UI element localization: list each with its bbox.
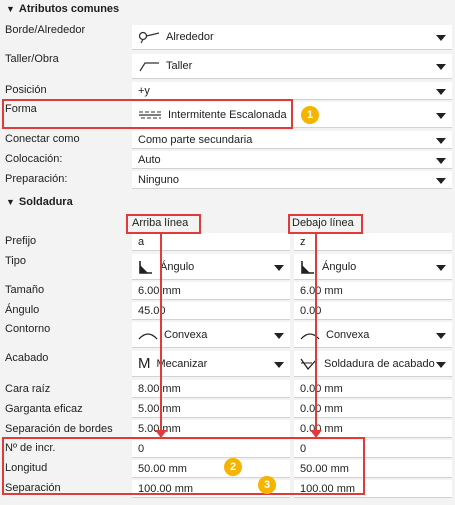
chevron-down-icon — [436, 332, 446, 339]
preparacion-dropdown[interactable]: Ninguno — [132, 171, 452, 189]
chevron-down-icon — [436, 88, 446, 95]
chevron-down-icon — [436, 157, 446, 164]
chevron-down-icon — [436, 264, 446, 271]
chevron-down-icon — [436, 35, 446, 41]
forma-highlight-box — [2, 99, 293, 129]
acabado-above-dropdown[interactable]: M Mecanizar — [132, 351, 290, 377]
tipo-above-dropdown[interactable]: Ángulo — [132, 254, 290, 280]
chevron-down-icon — [274, 264, 284, 271]
below-connector-line — [315, 234, 317, 431]
weld-all-around-icon — [138, 30, 160, 44]
tipo-label: Tipo — [5, 255, 26, 267]
contorno-label: Contorno — [5, 323, 51, 335]
angulo-above-input[interactable]: 45.00 — [132, 302, 290, 320]
annotation-badge-2: 2 — [224, 458, 242, 476]
cara-raiz-above-input[interactable]: 8.00 mm — [132, 380, 290, 398]
contorno-below-dropdown[interactable]: Convexa — [294, 322, 452, 348]
colocacion-label: Colocación: — [5, 153, 63, 165]
colocacion-dropdown[interactable]: Auto — [132, 151, 452, 169]
above-header-highlight-box — [126, 214, 201, 234]
preparacion-label: Preparación: — [5, 173, 68, 185]
increment-highlight-box — [2, 437, 365, 495]
tamano-label: Tamaño — [5, 284, 45, 296]
chevron-down-icon — [436, 361, 446, 368]
taller-label: Taller/Obra — [5, 53, 59, 65]
separacion-bordes-label: Separación de bordes — [5, 423, 113, 435]
chevron-down-icon — [436, 64, 446, 70]
angulo-label: Ángulo — [5, 304, 40, 316]
borde-label: Borde/Alrededor — [5, 24, 86, 36]
annotation-badge-1: 1 — [301, 106, 319, 124]
machine-finish-icon: M — [138, 355, 151, 372]
below-header-highlight-box — [288, 214, 363, 234]
convex-contour-icon — [300, 329, 320, 341]
acabado-label: Acabado — [5, 352, 49, 364]
cara-raiz-label: Cara raíz — [5, 383, 51, 395]
garganta-label: Garganta eficaz — [5, 403, 83, 415]
prefijo-above-input[interactable]: a — [132, 233, 290, 251]
borde-dropdown[interactable]: Alrededor — [132, 25, 452, 50]
common-section-header[interactable]: ▼ Atributos comunes — [6, 3, 119, 15]
chevron-down-icon — [274, 332, 284, 339]
chevron-down-icon — [436, 112, 446, 119]
annotation-badge-3: 3 — [258, 476, 276, 494]
contorno-above-dropdown[interactable]: Convexa — [132, 322, 290, 348]
fillet-weld-icon — [138, 259, 154, 275]
garganta-above-input[interactable]: 5.00 mm — [132, 400, 290, 418]
angulo-below-input[interactable]: 0.00 — [294, 302, 452, 320]
collapse-arrow-icon[interactable]: ▼ — [6, 4, 15, 14]
fillet-weld-icon — [300, 259, 316, 275]
chevron-down-icon — [436, 137, 446, 144]
posicion-label: Posición — [5, 84, 47, 96]
convex-contour-icon — [138, 329, 158, 341]
collapse-arrow-icon[interactable]: ▼ — [6, 197, 15, 207]
cara-raiz-below-input[interactable]: 0.00 mm — [294, 380, 452, 398]
conectar-label: Conectar como — [5, 133, 80, 145]
above-connector-line — [160, 234, 162, 431]
shop-weld-icon — [138, 59, 160, 73]
weld-section-header[interactable]: ▼ Soldadura — [6, 196, 73, 208]
prefijo-below-input[interactable]: z — [294, 233, 452, 251]
conectar-dropdown[interactable]: Como parte secundaria — [132, 131, 452, 149]
tamano-above-input[interactable]: 6.00 mm — [132, 282, 290, 300]
taller-dropdown[interactable]: Taller — [132, 54, 452, 79]
garganta-below-input[interactable]: 0.00 mm — [294, 400, 452, 418]
prefijo-label: Prefijo — [5, 235, 37, 247]
chevron-down-icon — [274, 361, 284, 368]
tipo-below-dropdown[interactable]: Ángulo — [294, 254, 452, 280]
tamano-below-input[interactable]: 6.00 mm — [294, 282, 452, 300]
posicion-dropdown[interactable]: +y — [132, 82, 452, 100]
acabado-below-dropdown[interactable]: Soldadura de acabado — [294, 351, 452, 377]
chevron-down-icon — [436, 177, 446, 184]
